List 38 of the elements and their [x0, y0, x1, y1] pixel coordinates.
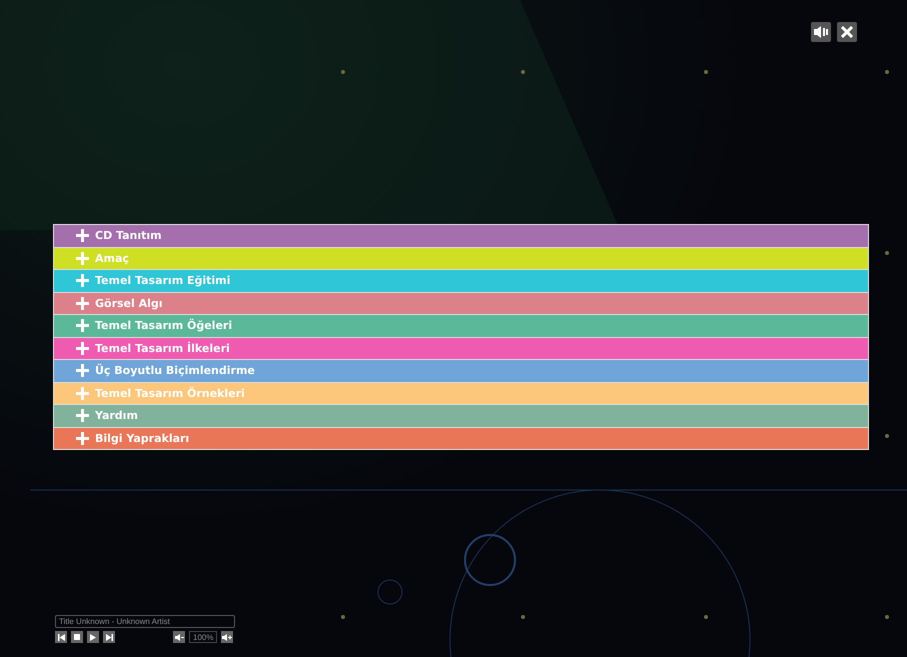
plus-icon: [76, 274, 89, 288]
volume-down-button[interactable]: [173, 631, 185, 643]
plus-icon: [76, 252, 89, 265]
menu-item[interactable]: Yardım: [54, 405, 868, 426]
menu-item[interactable]: Temel Tasarım Örnekleri: [54, 382, 868, 404]
menu-item[interactable]: Görsel Algı: [54, 292, 868, 314]
plus-icon: [76, 386, 89, 400]
plus-icon: [76, 296, 89, 310]
previous-icon: [58, 634, 64, 640]
plus-icon: [76, 229, 89, 242]
next-button[interactable]: [103, 631, 115, 643]
next-icon: [106, 634, 112, 640]
menu-item[interactable]: Temel Tasarım Eğitimi: [54, 270, 868, 292]
volume-level: 100%: [189, 631, 218, 643]
plus-icon: [76, 364, 89, 378]
sound-button[interactable]: [811, 22, 831, 42]
close-icon: [841, 26, 853, 38]
speaker-icon: [174, 634, 184, 640]
plus-icon: [76, 319, 89, 332]
stop-button[interactable]: [71, 631, 83, 643]
menu-item[interactable]: Üç Boyutlu Biçimlendirme: [54, 360, 868, 382]
play-button[interactable]: [87, 631, 99, 643]
menu-item[interactable]: CD Tanıtım: [54, 225, 868, 246]
track-title: Title Unknown - Unknown Artist: [55, 615, 235, 628]
speaker-icon: [222, 633, 232, 641]
previous-button[interactable]: [55, 631, 67, 643]
menu-item[interactable]: Temel Tasarım İlkeleri: [54, 338, 868, 359]
speaker-icon: [814, 26, 828, 38]
menu-item[interactable]: Amaç: [54, 248, 868, 269]
plus-icon: [76, 432, 89, 445]
close-button[interactable]: [837, 22, 857, 42]
volume-up-button[interactable]: [221, 631, 234, 643]
play-icon: [90, 634, 96, 640]
plus-icon: [76, 342, 89, 355]
menu-item[interactable]: Bilgi Yaprakları: [54, 428, 868, 449]
plus-icon: [76, 409, 89, 422]
menu-item[interactable]: Temel Tasarım Öğeleri: [54, 315, 868, 336]
stop-icon: [74, 634, 80, 640]
